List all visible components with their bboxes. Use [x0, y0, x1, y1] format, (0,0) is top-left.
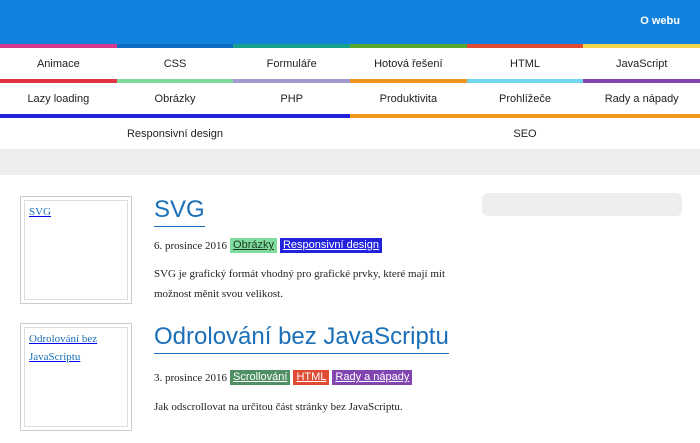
nav-color-bar	[233, 44, 351, 48]
post-thumbnail[interactable]: Odrolování bez JavaScriptu	[20, 323, 132, 431]
nav-color-bar	[466, 79, 584, 83]
nav-item-html[interactable]: HTML	[466, 44, 584, 79]
about-link[interactable]: O webu	[640, 15, 680, 27]
tag-rady-a-napady[interactable]: Rady a nápady	[332, 370, 413, 385]
nav-item-label: PHP	[280, 92, 303, 105]
nav-item-produktivita[interactable]: Produktivita	[350, 79, 467, 114]
tag-scrollovani[interactable]: Scrollování	[230, 370, 291, 385]
nav-item-label: Rady a nápady	[604, 92, 679, 105]
nav-item-obrazky[interactable]: Obrázky	[116, 79, 234, 114]
post-excerpt: Jak odscrollovat na určitou část stránky…	[154, 401, 403, 413]
nav-color-bar	[350, 114, 700, 118]
nav-row-1: Animace CSS Formuláře Hotová řešení HTML…	[0, 44, 700, 79]
nav-color-bar	[350, 44, 467, 48]
nav-item-formulare[interactable]: Formuláře	[233, 44, 351, 79]
post-thumbnail[interactable]: SVG	[20, 196, 132, 304]
nav-item-prohlizece[interactable]: Prohlížeče	[466, 79, 584, 114]
nav-item-php[interactable]: PHP	[233, 79, 351, 114]
sidebar-search-box[interactable]	[482, 193, 682, 216]
post-excerpt: SVG je grafický formát vhodný pro grafic…	[154, 268, 446, 300]
nav-item-label: Hotová řešení	[374, 57, 443, 70]
tag-obrazky[interactable]: Obrázky	[230, 238, 277, 253]
tag-html[interactable]: HTML	[293, 370, 330, 385]
post-title-link[interactable]: Odrolování bez JavaScriptu	[154, 323, 449, 354]
nav-row-3: Responsivní design SEO	[0, 114, 700, 149]
nav-item-seo[interactable]: SEO	[350, 114, 700, 149]
thumbnail-alt-text: Odrolování bez JavaScriptu	[29, 333, 98, 363]
post-meta: 6. prosince 2016 Obrázky Responsivní des…	[154, 238, 382, 253]
nav-item-label: Obrázky	[154, 92, 196, 105]
nav-color-bar	[0, 114, 350, 118]
post-title-link[interactable]: SVG	[154, 196, 205, 227]
broken-image-placeholder: SVG	[24, 200, 128, 300]
nav-color-bar	[583, 79, 700, 83]
thumbnail-alt-text: SVG	[29, 206, 52, 218]
top-bar: O webu	[0, 0, 700, 44]
post-meta: 3. prosince 2016 Scrollování HTML Rady a…	[154, 370, 413, 385]
nav-item-animace[interactable]: Animace	[0, 44, 117, 79]
nav-item-rady-a-napady[interactable]: Rady a nápady	[583, 79, 700, 114]
nav-item-label: CSS	[163, 57, 187, 70]
category-nav: Animace CSS Formuláře Hotová řešení HTML…	[0, 44, 700, 149]
nav-item-javascript[interactable]: JavaScript	[583, 44, 700, 79]
nav-color-bar	[0, 79, 117, 83]
nav-color-bar	[116, 44, 234, 48]
nav-item-label: SEO	[513, 127, 537, 140]
nav-item-css[interactable]: CSS	[116, 44, 234, 79]
gray-band	[0, 149, 700, 175]
tag-responsivni-design[interactable]: Responsivní design	[279, 238, 382, 253]
nav-color-bar	[0, 44, 117, 48]
nav-color-bar	[583, 44, 700, 48]
nav-item-responsivni-design[interactable]: Responsivní design	[0, 114, 350, 149]
nav-color-bar	[350, 79, 467, 83]
nav-color-bar	[116, 79, 234, 83]
nav-item-label: JavaScript	[616, 57, 668, 70]
nav-row-2: Lazy loading Obrázky PHP Produktivita Pr…	[0, 79, 700, 114]
nav-item-label: Lazy loading	[27, 92, 90, 105]
nav-color-bar	[233, 79, 351, 83]
nav-item-lazy-loading[interactable]: Lazy loading	[0, 79, 117, 114]
nav-item-label: Responsivní design	[126, 127, 223, 140]
nav-item-label: Produktivita	[379, 92, 438, 105]
nav-item-label: HTML	[510, 57, 540, 70]
nav-item-label: Prohlížeče	[499, 92, 552, 105]
nav-color-bar	[466, 44, 584, 48]
post-date: 6. prosince 2016	[154, 239, 228, 252]
nav-item-hotova-reseni[interactable]: Hotová řešení	[350, 44, 467, 79]
nav-item-label: Animace	[36, 57, 80, 70]
broken-image-placeholder: Odrolování bez JavaScriptu	[24, 327, 128, 427]
nav-item-label: Formuláře	[266, 57, 317, 70]
post-date: 3. prosince 2016	[154, 371, 228, 384]
